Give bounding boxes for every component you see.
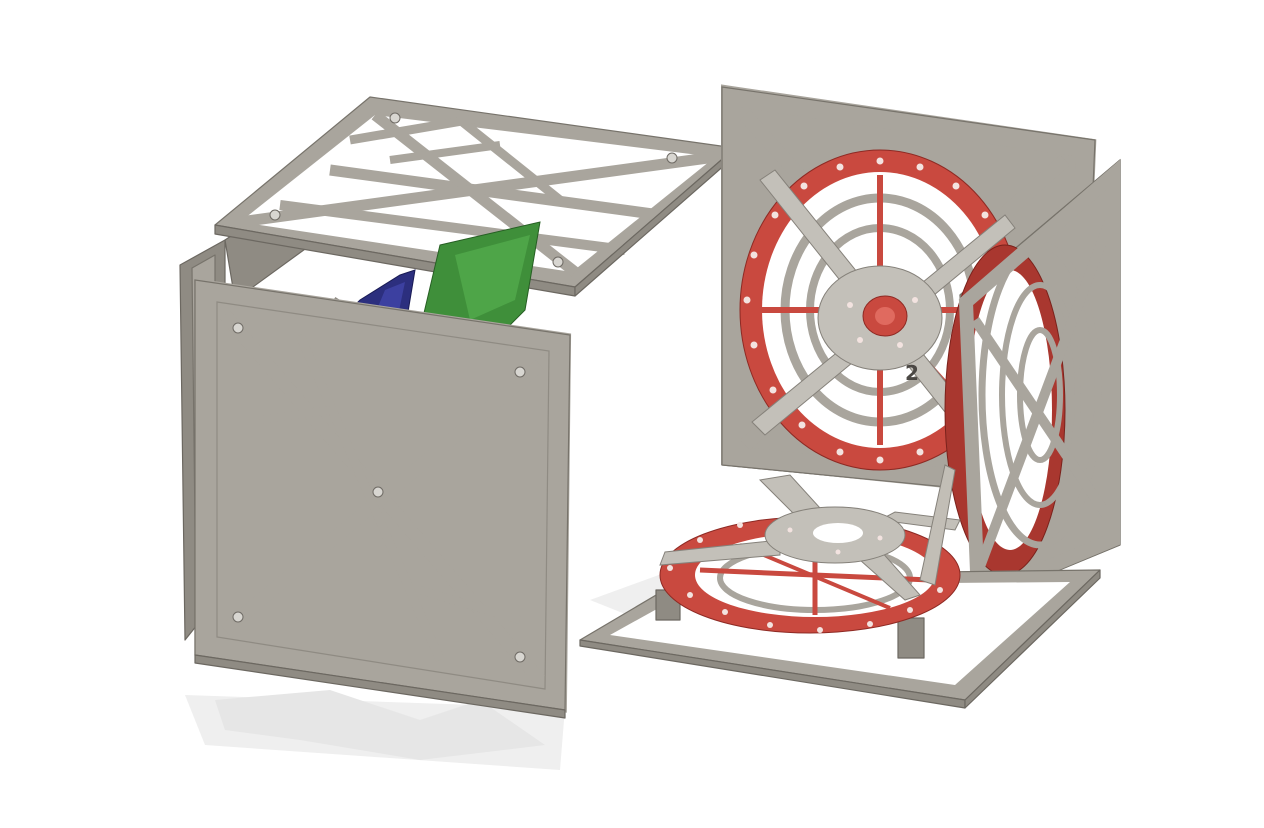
engraved-digit-label: 2 — [905, 361, 919, 385]
left-cube-front-panel — [194, 278, 572, 719]
cad-render-viewport: 2 — [0, 0, 1264, 828]
exploded-cube-assembly-render: 2 — [179, 84, 1121, 770]
